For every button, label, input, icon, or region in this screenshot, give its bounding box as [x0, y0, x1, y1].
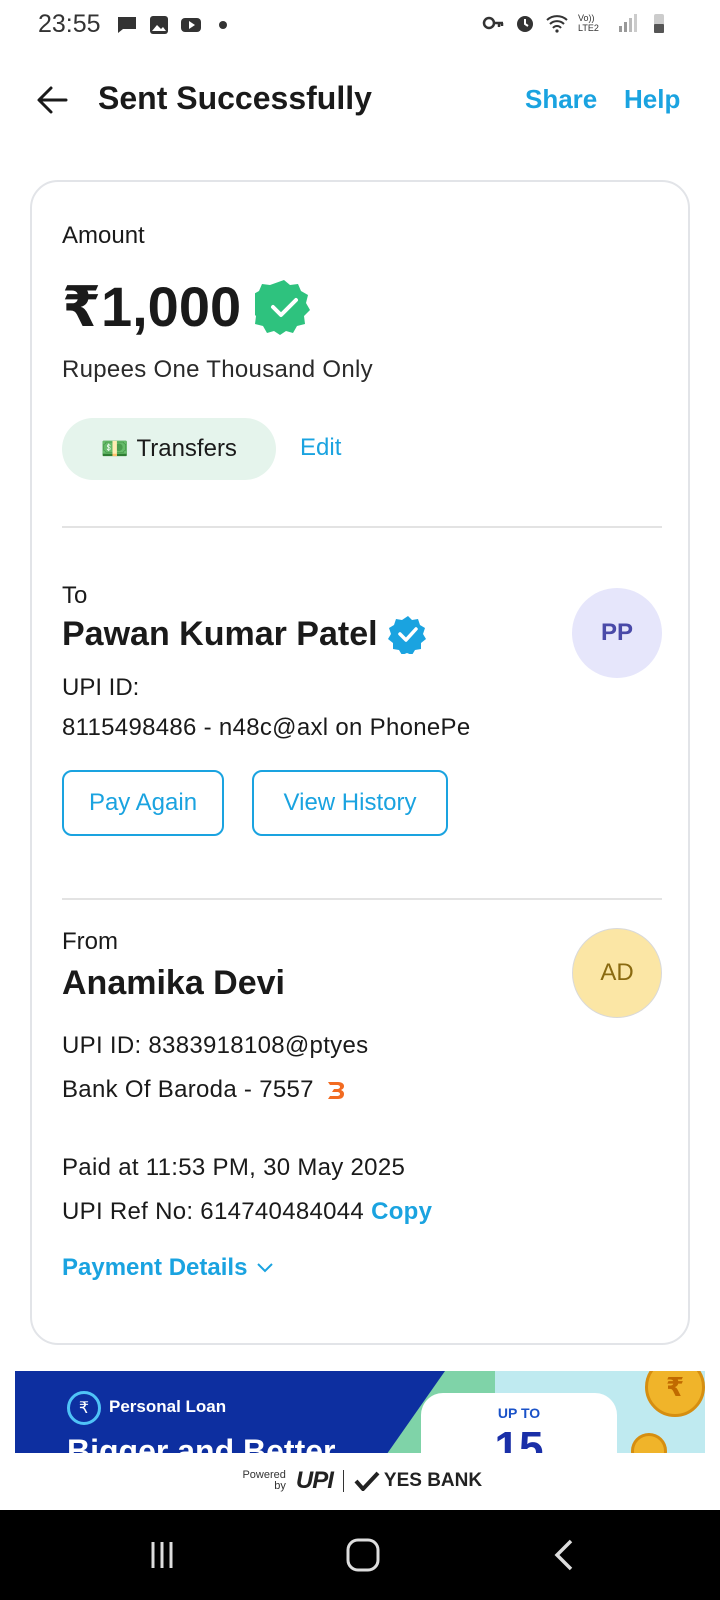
- banner-product: Personal Loan: [109, 1397, 227, 1416]
- payee-name: Pawan Kumar Patel: [62, 614, 378, 653]
- payee-upi-label: UPI ID:: [62, 674, 140, 701]
- help-button[interactable]: Help: [624, 84, 680, 115]
- status-notification-icons: [116, 14, 234, 36]
- status-system-icons: Vo)) LTE2: [482, 12, 670, 34]
- status-bar: 23:55 Vo)) LTE2: [0, 0, 720, 52]
- yes-bank-check-icon: [354, 1471, 380, 1491]
- category-label: Transfers: [136, 435, 237, 462]
- image-icon: [150, 16, 168, 34]
- category-chip[interactable]: 💵 Transfers: [62, 418, 276, 480]
- yes-bank-name: YES BANK: [383, 1470, 483, 1491]
- banner-amount: 15: [494, 1423, 544, 1453]
- amount-row: ₹1,000: [62, 274, 313, 340]
- home-icon: [346, 1538, 380, 1572]
- volte-icon: Vo)) LTE2: [578, 13, 599, 33]
- money-icon: 💵: [101, 436, 129, 461]
- amount-value: ₹1,000: [62, 275, 242, 338]
- yes-bank-logo: YES BANK: [354, 1470, 482, 1492]
- powered-by-footer: Powered by UPI YES BANK: [0, 1453, 720, 1509]
- back-button[interactable]: [30, 78, 74, 122]
- share-button[interactable]: Share: [525, 84, 597, 115]
- paid-at-timestamp: Paid at 11:53 PM, 30 May 2025: [62, 1154, 406, 1181]
- banner-headline: Bigger and Better: [67, 1433, 336, 1453]
- status-time: 23:55: [38, 10, 101, 38]
- upi-logo: UPI: [295, 1467, 334, 1494]
- verified-badge-icon: [387, 616, 426, 654]
- copy-ref-button[interactable]: Copy: [371, 1198, 432, 1225]
- payer-bank-row: Bank Of Baroda - 7557: [62, 1076, 348, 1104]
- pay-again-button[interactable]: Pay Again: [62, 770, 224, 836]
- bank-of-baroda-logo-icon: [327, 1082, 344, 1099]
- arrow-left-icon: [37, 86, 68, 114]
- system-back-button[interactable]: [534, 1530, 594, 1580]
- wifi-icon: [546, 15, 568, 33]
- payee-avatar: PP: [572, 588, 662, 678]
- powered-by-label: Powered by: [242, 1469, 286, 1492]
- divider: [62, 898, 662, 900]
- alarm-icon: [517, 16, 533, 32]
- divider: [342, 1470, 344, 1492]
- recents-button[interactable]: [132, 1530, 192, 1580]
- edit-category-link[interactable]: Edit: [300, 434, 341, 462]
- success-check-icon: [255, 280, 311, 335]
- payer-initials: AD: [600, 959, 634, 986]
- payer-name: Anamika Devi: [62, 964, 285, 1002]
- payee-initials: PP: [600, 619, 633, 646]
- upi-ref-row: UPI Ref No: 614740484044 Copy: [62, 1198, 432, 1226]
- payer-bank: Bank Of Baroda - 7557: [62, 1076, 314, 1103]
- to-label: To: [62, 582, 88, 609]
- payee-upi-id: 8115498486 - n48c@axl on PhonePe: [62, 714, 471, 741]
- youtube-icon: [181, 18, 201, 32]
- chevron-down-icon: [257, 1263, 274, 1273]
- app-header: Sent Successfully Share Help: [0, 60, 720, 140]
- recents-icon: [151, 1542, 173, 1568]
- from-label: From: [62, 928, 118, 955]
- system-nav-bar: [0, 1510, 720, 1600]
- message-icon: [118, 17, 136, 33]
- battery-icon: [654, 14, 664, 33]
- payer-avatar: AD: [572, 928, 662, 1018]
- payment-details-toggle[interactable]: Payment Details: [62, 1254, 275, 1282]
- signal-icon: [619, 14, 637, 32]
- transaction-card: Amount ₹1,000 Rupees One Thousand Only 💵…: [30, 180, 690, 1345]
- home-button[interactable]: [333, 1530, 393, 1580]
- banner-up-to: UP TO: [497, 1405, 541, 1421]
- view-history-button[interactable]: View History: [252, 770, 448, 836]
- page-title: Sent Successfully: [98, 80, 372, 116]
- key-icon: [482, 16, 504, 30]
- divider: [62, 526, 662, 528]
- dot-icon: [219, 21, 227, 29]
- payee-name-row: Pawan Kumar Patel: [62, 614, 428, 654]
- amount-label: Amount: [62, 222, 145, 249]
- personal-loan-banner[interactable]: ₹ Personal Loan Bigger and Better UP TO …: [15, 1371, 705, 1453]
- upi-ref-number: UPI Ref No: 614740484044: [62, 1198, 365, 1225]
- payer-upi-id: UPI ID: 8383918108@ptyes: [62, 1032, 369, 1059]
- rupee-icon: ₹: [67, 1391, 101, 1425]
- banner-offer-card: UP TO 15: [421, 1393, 617, 1453]
- payment-details-label: Payment Details: [62, 1254, 248, 1281]
- chevron-left-icon: [554, 1539, 573, 1571]
- amount-in-words: Rupees One Thousand Only: [62, 356, 373, 383]
